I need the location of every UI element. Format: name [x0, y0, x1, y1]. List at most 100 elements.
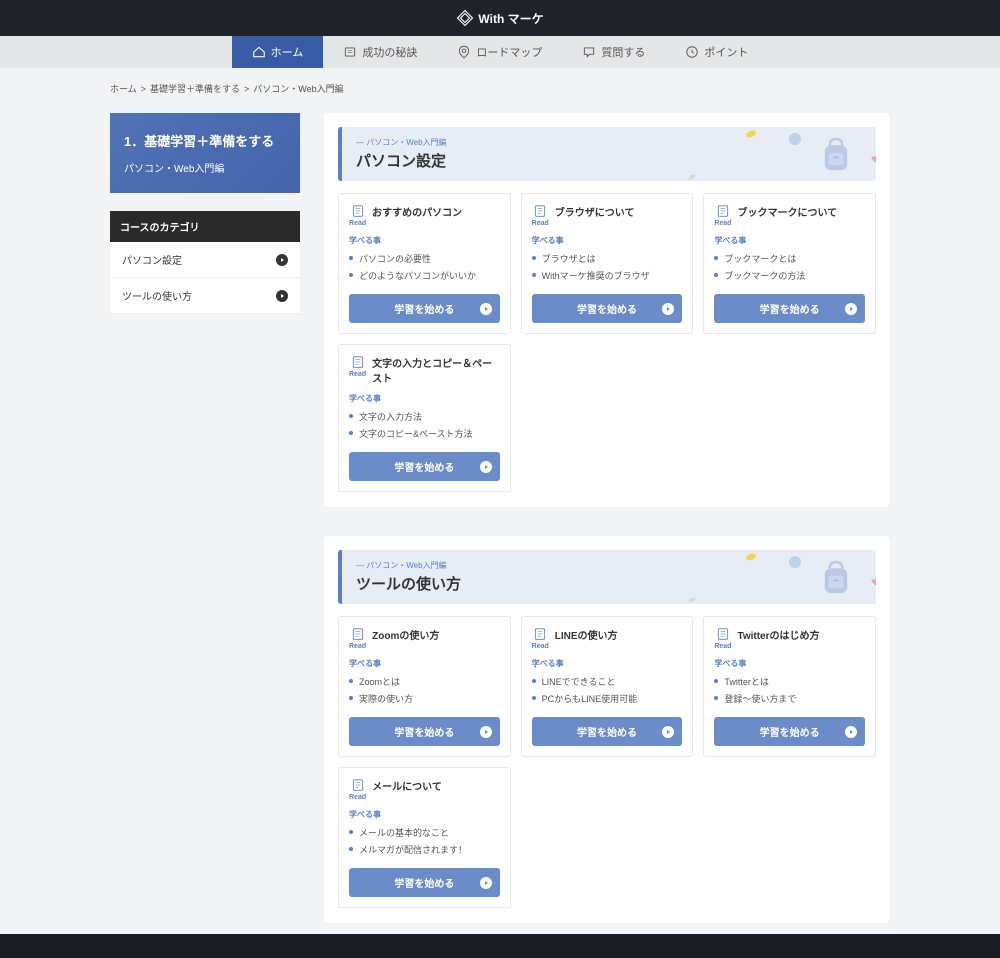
section-0: パソコン・Web入門編パソコン設定Readおすすめのパソコン学べる事パソコンの必… [324, 113, 890, 506]
learn-point: Withマーケ推奨のブラウザ [532, 267, 683, 284]
read-label: Read [714, 220, 731, 227]
learn-list: メールの基本的なことメルマガが配信されます！ [349, 824, 500, 858]
learn-label: 学べる事 [532, 658, 683, 669]
learn-list: 文字の入力方法文字のコピー&ペースト方法 [349, 408, 500, 442]
arrow-right-icon [480, 877, 492, 889]
nav-icon [582, 45, 596, 59]
nav-icon [685, 45, 699, 59]
nav-item-4[interactable]: ポイント [665, 36, 768, 68]
card-title: おすすめのパソコン [372, 204, 462, 219]
main-nav: ホーム 成功の秘訣 ロードマップ 質問するポイント [0, 36, 1000, 68]
learn-label: 学べる事 [714, 235, 865, 246]
category-item-1[interactable]: ツールの使い方 [110, 278, 300, 314]
breadcrumb-link[interactable]: 基礎学習＋準備をする [150, 84, 240, 94]
card-title: ブックマークについて [737, 204, 837, 219]
start-learning-button[interactable]: 学習を始める [532, 294, 683, 323]
learn-point: 文字の入力方法 [349, 408, 500, 425]
learn-label: 学べる事 [714, 658, 865, 669]
read-label: Read [349, 371, 366, 378]
learn-point: PCからもLINE使用可能 [532, 690, 683, 707]
nav-label: ホーム [271, 44, 304, 60]
nav-item-1[interactable]: 成功の秘訣 [323, 36, 437, 68]
start-learning-button[interactable]: 学習を始める [532, 717, 683, 746]
brand-text: With マーケ [478, 10, 543, 27]
chevron-right-icon [276, 290, 288, 302]
learn-list: ブラウザとはWithマーケ推奨のブラウザ [532, 250, 683, 284]
arrow-right-icon [662, 303, 674, 315]
button-label: 学習を始める [394, 301, 454, 316]
learn-point: Zoomとは [349, 673, 500, 690]
learn-point: 登録～使い方まで [714, 690, 865, 707]
learn-list: ブックマークとはブックマークの方法 [714, 250, 865, 284]
start-learning-button[interactable]: 学習を始める [349, 868, 500, 897]
backpack-icon [816, 557, 856, 597]
topbar: With マーケ [0, 0, 1000, 36]
start-learning-button[interactable]: 学習を始める [714, 717, 865, 746]
button-label: 学習を始める [394, 875, 454, 890]
nav-icon [252, 45, 266, 59]
arrow-right-icon [480, 726, 492, 738]
nav-label: 成功の秘訣 [362, 44, 417, 60]
nav-item-2[interactable]: ロードマップ [437, 36, 562, 68]
nav-item-0[interactable]: ホーム [232, 36, 324, 68]
section-header: パソコン・Web入門編パソコン設定 [338, 127, 876, 181]
section-header: パソコン・Web入門編ツールの使い方 [338, 550, 876, 604]
card-title: Twitterのはじめ方 [737, 627, 819, 642]
breadcrumb: ホーム>基礎学習＋準備をする>パソコン・Web入門編 [110, 76, 890, 101]
read-icon [533, 204, 547, 218]
learn-label: 学べる事 [532, 235, 683, 246]
learn-point: ブックマークとは [714, 250, 865, 267]
card-title: ブラウザについて [555, 204, 635, 219]
card-icon-wrap: Read [349, 355, 366, 378]
brand-logo[interactable]: With マーケ [456, 9, 543, 27]
card-title: Zoomの使い方 [372, 627, 439, 642]
category-label: ツールの使い方 [122, 288, 192, 303]
read-icon [351, 778, 365, 792]
cards-grid: Readおすすめのパソコン学べる事パソコンの必要性どのようなパソコンがいいか学習… [338, 193, 876, 492]
nav-icon [457, 45, 471, 59]
logo-icon [456, 9, 474, 27]
start-learning-button[interactable]: 学習を始める [349, 294, 500, 323]
learn-point: ブラウザとは [532, 250, 683, 267]
lesson-card: Readブラウザについて学べる事ブラウザとはWithマーケ推奨のブラウザ学習を始… [521, 193, 694, 334]
read-label: Read [349, 643, 366, 650]
button-label: 学習を始める [760, 301, 820, 316]
lesson-card: Read Twitterのはじめ方学べる事 Twitterとは登録～使い方まで学習を… [703, 616, 876, 757]
card-icon-wrap: Read [532, 204, 549, 227]
start-learning-button[interactable]: 学習を始める [349, 717, 500, 746]
section-1: パソコン・Web入門編ツールの使い方 Read Zoomの使い方学べる事 Zoomとは… [324, 536, 890, 922]
category-label: パソコン設定 [122, 252, 182, 267]
read-label: Read [532, 220, 549, 227]
category-item-0[interactable]: パソコン設定 [110, 242, 300, 278]
card-icon-wrap: Read [714, 627, 731, 650]
arrow-right-icon [845, 303, 857, 315]
learn-label: 学べる事 [349, 235, 500, 246]
button-label: 学習を始める [577, 301, 637, 316]
start-learning-button[interactable]: 学習を始める [714, 294, 865, 323]
nav-label: ロードマップ [476, 44, 542, 60]
lesson-card: Read文字の入力とコピー＆ペースト学べる事文字の入力方法文字のコピー&ペースト… [338, 344, 511, 492]
learn-list: LINEでできることPCからもLINE使用可能 [532, 673, 683, 707]
card-icon-wrap: Read [349, 204, 366, 227]
breadcrumb-link[interactable]: ホーム [110, 84, 137, 94]
cards-grid: ReadZoomの使い方学べる事Zoomとは実際の使い方学習を始めるReadLI… [338, 616, 876, 908]
footer [0, 934, 1000, 958]
learn-point: Twitterとは [714, 673, 865, 690]
breadcrumb-link[interactable]: パソコン・Web入門編 [253, 84, 343, 94]
learn-point: パソコンの必要性 [349, 250, 500, 267]
learn-point: 文字のコピー&ペースト方法 [349, 425, 500, 442]
read-icon [716, 204, 730, 218]
lesson-card: Read ブックマークについて学べる事ブックマークとはブックマークの方法学習を始め… [703, 193, 876, 334]
hero-banner: 1．基礎学習＋準備をする パソコン・Web入門編 [110, 113, 300, 193]
start-learning-button[interactable]: 学習を始める [349, 452, 500, 481]
learn-label: 学べる事 [349, 393, 500, 404]
learn-point: LINEでできること [532, 673, 683, 690]
arrow-right-icon [480, 303, 492, 315]
nav-icon [343, 45, 357, 59]
button-label: 学習を始める [394, 724, 454, 739]
chevron-right-icon [276, 254, 288, 266]
nav-item-3[interactable]: 質問する [562, 36, 665, 68]
hero-title: 1．基礎学習＋準備をする [124, 131, 286, 150]
arrow-right-icon [662, 726, 674, 738]
card-icon-wrap: Read [349, 778, 366, 801]
